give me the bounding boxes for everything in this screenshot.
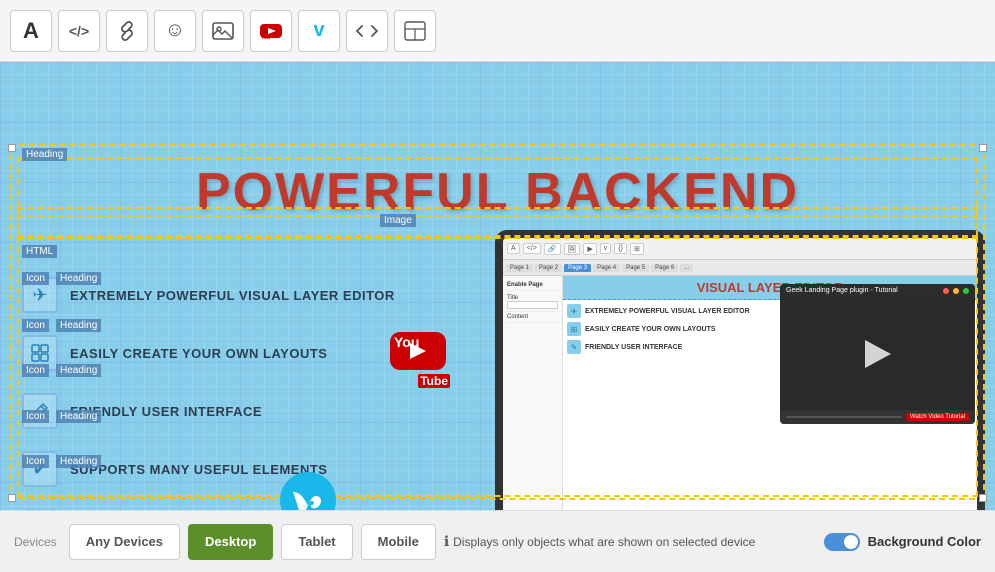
screen-sidebar-content: Content <box>505 312 560 323</box>
resize-handle-br[interactable] <box>979 494 987 502</box>
screen-sidebar-title: Title <box>505 293 560 312</box>
screen-feat-text-1: EXTREMELY POWERFUL VISUAL LAYER EDITOR <box>585 308 750 315</box>
feature-item-3: FRIENDLY USER INTERFACE <box>22 393 402 429</box>
feature-text-2: EASILY CREATE YOUR OWN LAYOUTS <box>70 346 327 361</box>
video-header: Geek Landing Page plugin - Tutorial <box>780 284 975 297</box>
mobile-button[interactable]: Mobile <box>361 524 436 560</box>
laptop-screen: A </> 🔗 🖼 ▶ v {} ⊞ Page 1 Page 2 Page 3 … <box>503 238 977 510</box>
screen-tb-img: 🖼 <box>564 243 581 255</box>
screen-sidebar-enable: Enable Page <box>505 280 560 291</box>
feature-text-3: FRIENDLY USER INTERFACE <box>70 404 262 419</box>
embed-tool-button[interactable] <box>346 10 388 52</box>
screen-feat-text-3: FRIENDLY USER INTERFACE <box>585 344 682 351</box>
desktop-button[interactable]: Desktop <box>188 524 273 560</box>
screen-nav-tab-6: Page 6 <box>651 264 678 272</box>
background-color-toggle: Background Color <box>824 533 981 551</box>
screen-feat-icon-2: ⊞ <box>567 322 581 336</box>
resize-handle-tl[interactable] <box>8 144 16 152</box>
emoji-tool-button[interactable]: ☺ <box>154 10 196 52</box>
screen-toolbar: A </> 🔗 🖼 ▶ v {} ⊞ <box>503 238 977 260</box>
any-devices-button[interactable]: Any Devices <box>69 524 180 560</box>
screen-sidebar: Enable Page Title Content <box>503 276 563 510</box>
resize-handle-bl[interactable] <box>8 494 16 502</box>
video-ctrl-green <box>963 288 969 294</box>
toolbar: A </> ☺ You v <box>0 0 995 62</box>
screen-feat-icon-3: ✎ <box>567 340 581 354</box>
text-tool-button[interactable]: A <box>10 10 52 52</box>
devices-label: Devices <box>14 535 57 549</box>
feature-icon-1: ✈ <box>22 277 58 313</box>
screen-tb-layout: ⊞ <box>630 243 644 255</box>
vimeo-tool-button[interactable]: v <box>298 10 340 52</box>
vimeo-element[interactable] <box>278 470 338 510</box>
layout-tool-button[interactable] <box>394 10 436 52</box>
youtube-element[interactable]: You Tube <box>390 332 450 392</box>
info-text-label: Displays only objects what are shown on … <box>453 535 755 549</box>
screen-nav-tab-1: Page 1 <box>506 264 533 272</box>
screen-feat-text-2: EASILY CREATE YOUR OWN LAYOUTS <box>585 326 716 333</box>
laptop-mockup: A </> 🔗 🖼 ▶ v {} ⊞ Page 1 Page 2 Page 3 … <box>495 230 985 510</box>
screen-nav-tab-4: Page 4 <box>593 264 620 272</box>
video-thumbnail: Geek Landing Page plugin - Tutorial <box>780 284 975 424</box>
video-controls <box>943 288 969 294</box>
progress-line <box>786 416 902 418</box>
screen-content: Enable Page Title Content VISUAL LAYER E… <box>503 276 977 510</box>
canvas-area: Heading Image HTML Icon Heading Icon Hea… <box>0 62 995 510</box>
feature-icon-2 <box>22 335 58 371</box>
toggle-knob <box>844 535 858 549</box>
video-progress-bar: Watch Video Tutorial <box>780 410 975 424</box>
toggle-switch[interactable] <box>824 533 860 551</box>
video-ctrl-red <box>943 288 949 294</box>
screen-title-input[interactable] <box>507 301 558 309</box>
bottom-bar: Devices Any Devices Desktop Tablet Mobil… <box>0 510 995 572</box>
info-icon: ℹ <box>444 533 449 550</box>
feature-icon-4: ✔ <box>22 451 58 487</box>
resize-handle-tr[interactable] <box>979 144 987 152</box>
screen-main-area: VISUAL LAYER EDITOR ✈ EXTREMELY POWERFUL… <box>563 276 977 510</box>
feature-icon-3 <box>22 393 58 429</box>
tablet-button[interactable]: Tablet <box>281 524 352 560</box>
feature-list: ✈ EXTREMELY POWERFUL VISUAL LAYER EDITOR… <box>22 277 402 510</box>
screen-nav-tab-7: ... <box>680 264 693 272</box>
screen-nav-tab-2: Page 2 <box>535 264 562 272</box>
watch-tutorial-btn[interactable]: Watch Video Tutorial <box>906 413 969 421</box>
screen-tb-v: v <box>600 243 612 254</box>
play-button-icon[interactable] <box>865 340 891 368</box>
main-heading[interactable]: POWERFUL BACKEND <box>0 162 995 222</box>
youtube-tool-button[interactable]: You <box>250 10 292 52</box>
html-label: HTML <box>22 245 57 258</box>
screen-tb-yt: ▶ <box>583 243 596 255</box>
video-ctrl-yellow <box>953 288 959 294</box>
screen-nav-tab-5: Page 5 <box>622 264 649 272</box>
screen-feat-icon-1: ✈ <box>567 304 581 318</box>
code-tool-button[interactable]: </> <box>58 10 100 52</box>
video-title-text: Geek Landing Page plugin - Tutorial <box>786 287 898 294</box>
screen-nav: Page 1 Page 2 Page 3 Page 4 Page 5 Page … <box>503 260 977 276</box>
feature-text-1: EXTREMELY POWERFUL VISUAL LAYER EDITOR <box>70 288 395 303</box>
screen-tb-embed: {} <box>614 243 627 254</box>
heading-label: Heading <box>22 148 67 161</box>
feature-item-2: EASILY CREATE YOUR OWN LAYOUTS <box>22 335 402 371</box>
feature-icon-5 <box>22 509 58 510</box>
feature-item-5: 30+ BUILT-IN ANIMATIONS <box>22 509 402 510</box>
feature-item-1: ✈ EXTREMELY POWERFUL VISUAL LAYER EDITOR <box>22 277 402 313</box>
link-tool-button[interactable] <box>106 10 148 52</box>
screen-tb-code: </> <box>523 243 541 254</box>
info-section: ℹ Displays only objects what are shown o… <box>444 533 756 550</box>
screen-nav-tab-3: Page 3 <box>564 264 591 272</box>
bg-color-label: Background Color <box>868 534 981 549</box>
screen-tb-a: A <box>507 243 520 254</box>
video-body <box>780 297 975 410</box>
screen-tb-link: 🔗 <box>544 243 561 255</box>
laptop-body: A </> 🔗 🖼 ▶ v {} ⊞ Page 1 Page 2 Page 3 … <box>495 230 985 510</box>
svg-text:You: You <box>261 35 270 41</box>
feature-item-4: ✔ SUPPORTS MANY USEFUL ELEMENTS <box>22 451 402 487</box>
image-tool-button[interactable] <box>202 10 244 52</box>
